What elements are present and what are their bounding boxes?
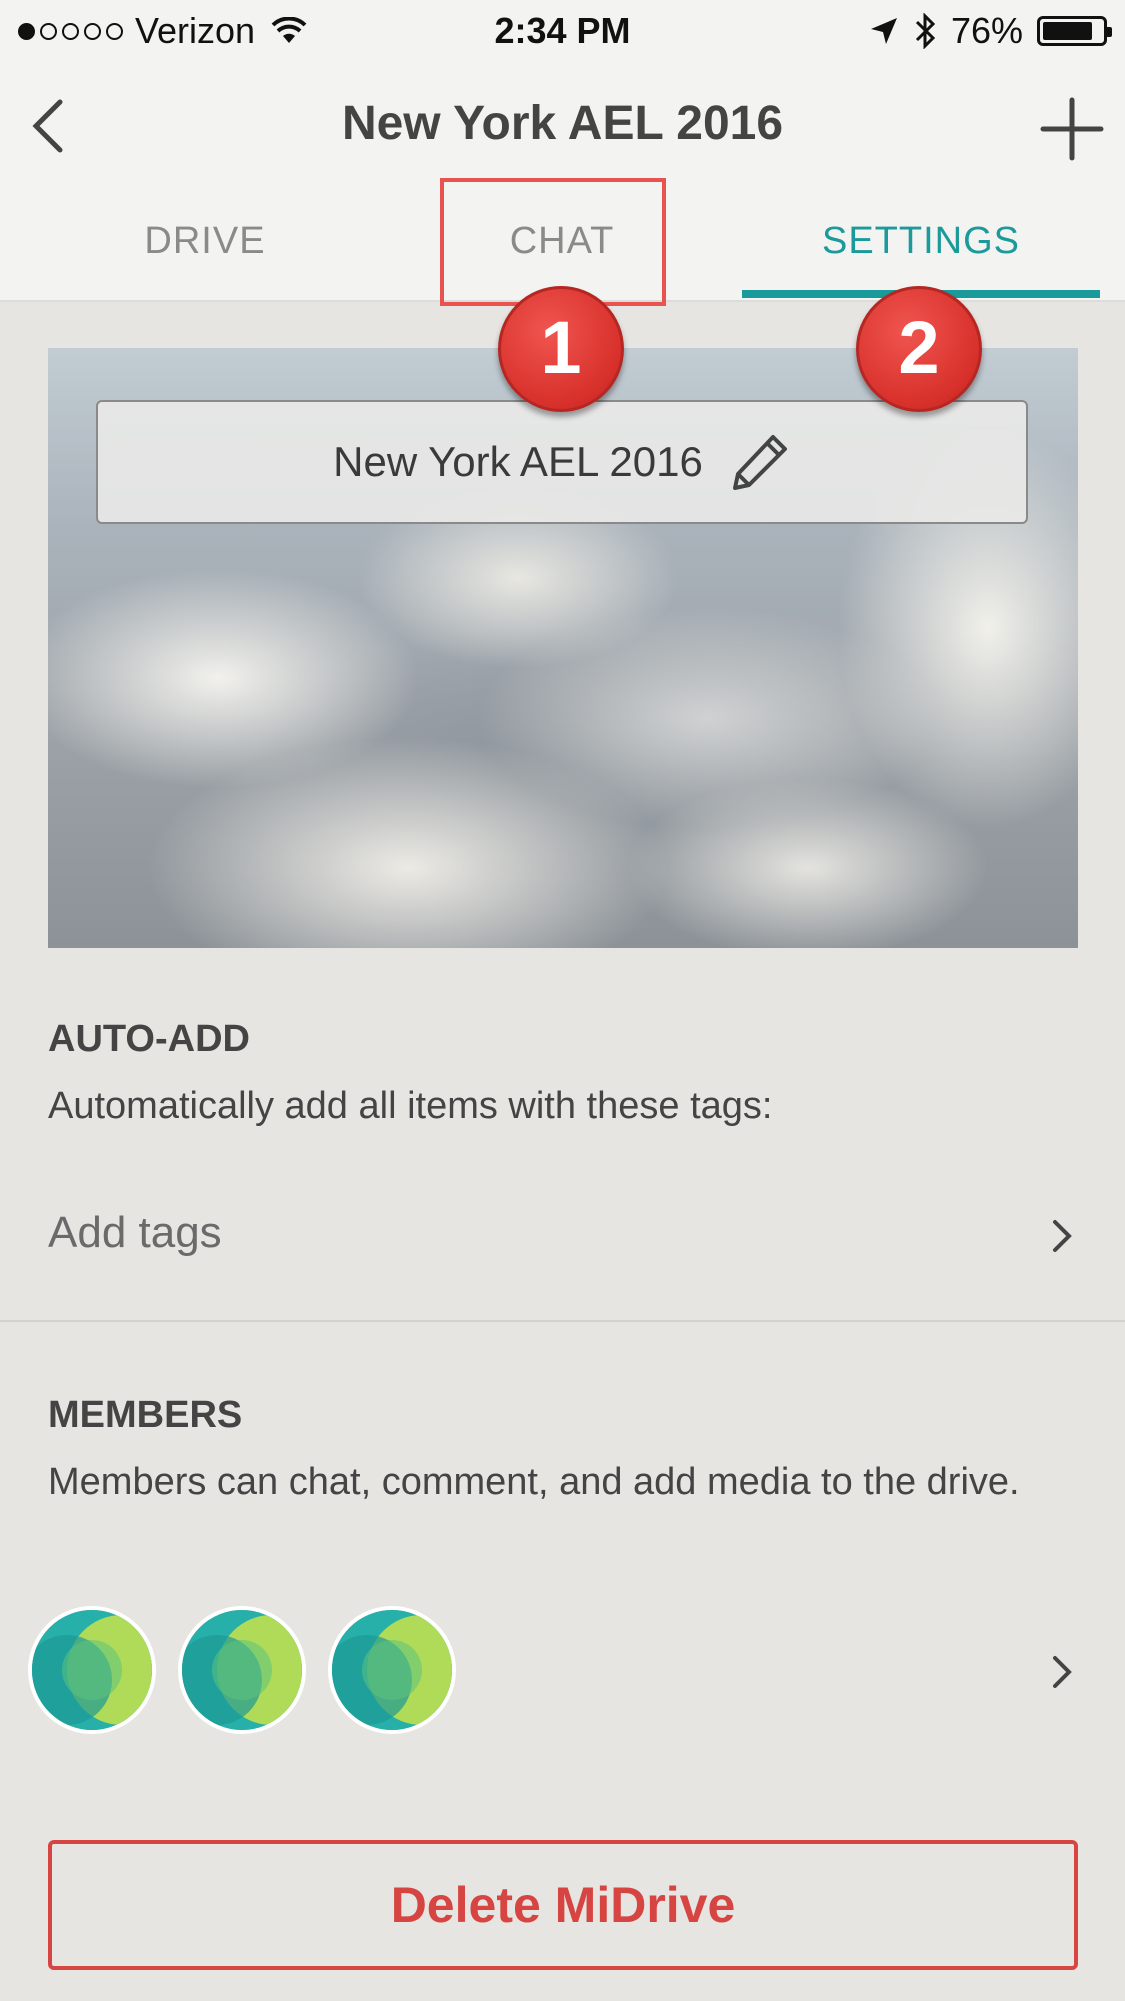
navigation-bar: New York AEL 2016 bbox=[0, 60, 1125, 180]
annotation-badge-2: 2 bbox=[856, 286, 982, 412]
page-title: New York AEL 2016 bbox=[341, 97, 784, 150]
avatar[interactable] bbox=[28, 1606, 156, 1734]
plus-icon[interactable] bbox=[1039, 96, 1105, 162]
status-bar: Verizon 2:34 PM 76% bbox=[0, 0, 1125, 60]
delete-midrive-button[interactable]: Delete MiDrive bbox=[48, 1840, 1078, 1970]
battery-percent: 76% bbox=[950, 10, 1023, 51]
status-right: 76% bbox=[869, 10, 1112, 52]
battery-icon bbox=[1037, 16, 1112, 46]
auto-add-description: Automatically add all items with these t… bbox=[48, 1085, 773, 1127]
avatar[interactable] bbox=[178, 1606, 306, 1734]
drive-name: New York AEL 2016 bbox=[333, 438, 703, 485]
members-description: Members can chat, comment, and add media… bbox=[48, 1461, 1020, 1503]
tab-settings[interactable]: SETTINGS bbox=[742, 220, 1100, 263]
annotation-badge-1: 1 bbox=[498, 286, 624, 412]
chevron-right-icon bbox=[1053, 1220, 1072, 1252]
members-row[interactable] bbox=[0, 1600, 1125, 1740]
auto-add-title: AUTO-ADD bbox=[48, 1018, 250, 1060]
add-tags-label: Add tags bbox=[48, 1208, 222, 1257]
drive-name-field[interactable]: New York AEL 2016 bbox=[96, 400, 1028, 524]
avatar[interactable] bbox=[328, 1606, 456, 1734]
section-divider bbox=[0, 1320, 1125, 1322]
chevron-right-icon bbox=[1053, 1656, 1072, 1688]
members-title: MEMBERS bbox=[48, 1394, 243, 1436]
bluetooth-icon bbox=[915, 13, 936, 49]
pencil-icon[interactable] bbox=[729, 431, 791, 493]
add-tags-row[interactable]: Add tags bbox=[0, 1180, 1125, 1292]
tab-drive[interactable]: DRIVE bbox=[80, 220, 330, 263]
location-arrow-icon bbox=[870, 18, 897, 44]
